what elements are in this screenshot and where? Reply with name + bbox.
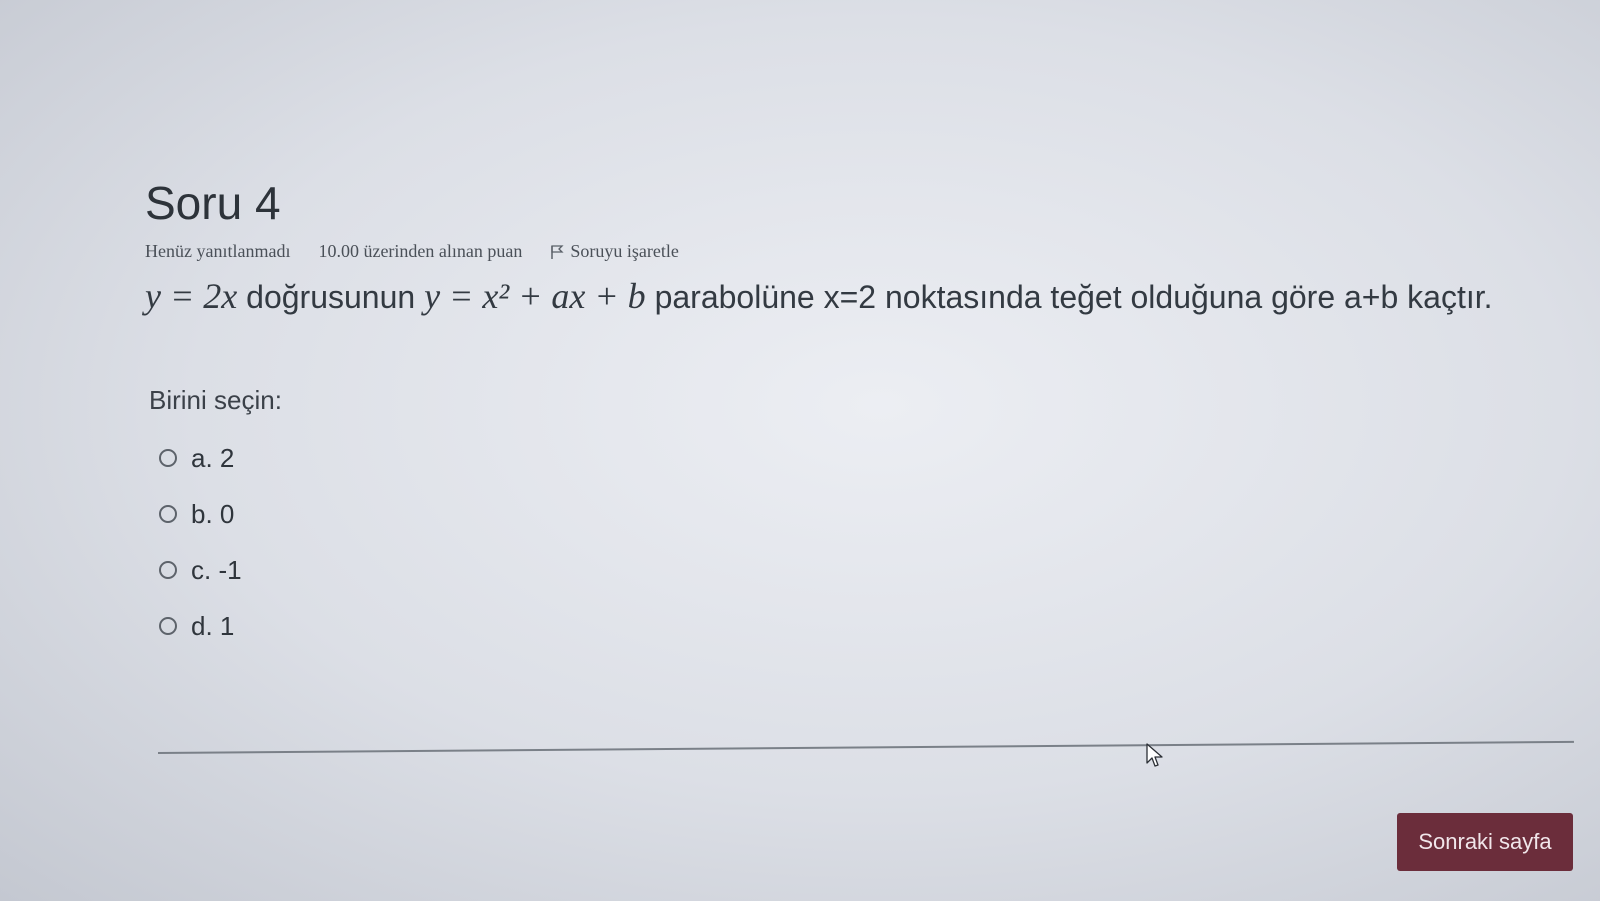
radio-unchecked-icon[interactable] <box>159 449 177 467</box>
radio-unchecked-icon[interactable] <box>159 505 177 523</box>
answer-label: d. 1 <box>191 610 235 641</box>
radio-unchecked-icon[interactable] <box>159 561 177 579</box>
question-container: Soru 4 Henüz yanıtlanmadı 10.00 üzerinde… <box>145 175 1575 654</box>
answer-list: a. 2 b. 0 c. -1 d. 1 <box>145 430 1575 654</box>
flag-icon <box>551 244 564 259</box>
flag-question-link[interactable]: Soruyu işaretle <box>550 241 679 262</box>
answer-label: b. 0 <box>191 498 235 529</box>
radio-unchecked-icon[interactable] <box>159 617 177 635</box>
question-text-part-1: doğrusunun <box>246 279 416 315</box>
answer-prompt: Birini seçin: <box>149 385 282 415</box>
question-info: Henüz yanıtlanmadı 10.00 üzerinden alına… <box>145 241 1575 262</box>
question-points: 10.00 üzerinden alınan puan <box>318 241 523 261</box>
answer-label: c. -1 <box>191 554 242 585</box>
section-divider <box>157 740 1574 754</box>
answer-option-b[interactable]: b. 0 <box>159 486 1575 542</box>
answer-label: a. 2 <box>191 442 235 473</box>
flag-question-label: Soruyu işaretle <box>570 241 679 261</box>
question-text-part-2: parabolüne x=2 noktasında teğet olduğuna… <box>654 279 1493 315</box>
math-parabola-equation: y = x² + ax + b <box>424 276 646 316</box>
question-status: Henüz yanıtlanmadı <box>145 241 291 261</box>
math-line-equation: y = 2x <box>145 276 238 316</box>
answer-option-d[interactable]: d. 1 <box>159 598 1575 654</box>
answer-option-c[interactable]: c. -1 <box>159 542 1575 598</box>
answer-option-a[interactable]: a. 2 <box>159 430 1575 486</box>
question-title: Soru 4 <box>145 177 281 229</box>
next-page-button[interactable]: Sonraki sayfa <box>1397 813 1573 871</box>
question-text: y = 2x doğrusunun y = x² + ax + b parabo… <box>145 268 1545 325</box>
mouse-pointer-icon <box>1146 743 1163 767</box>
